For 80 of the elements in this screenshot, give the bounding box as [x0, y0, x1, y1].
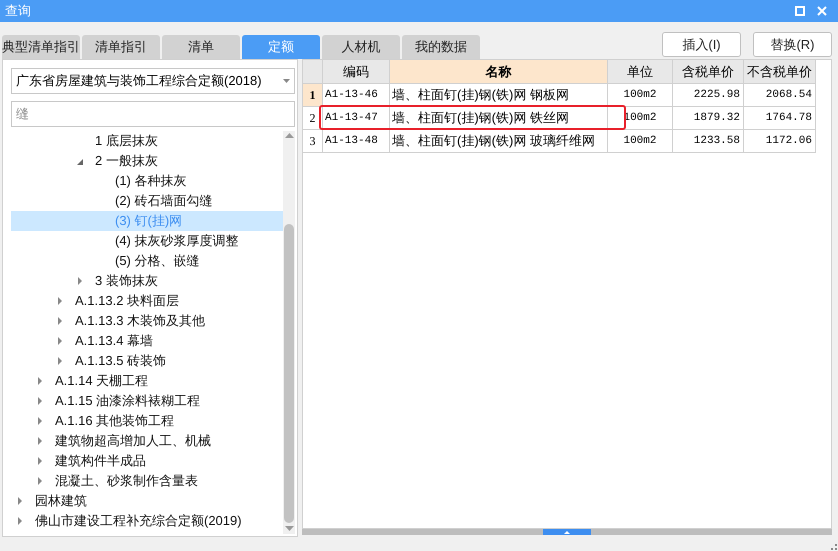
table-cell: 1764.78	[744, 107, 816, 130]
collapsed-arrow-icon[interactable]	[77, 277, 83, 285]
tree-item[interactable]: A.1.16 其他装饰工程	[11, 411, 283, 431]
table-row[interactable]: 3 A1-13-48 墙、柱面钉(挂)钢(铁)网 玻璃纤维网 100m2 1233.58 1172.06	[303, 130, 831, 153]
scroll-thumb[interactable]	[284, 224, 294, 523]
tree-item[interactable]: (1) 各种抹灰	[11, 171, 283, 191]
collapsed-arrow-icon[interactable]	[57, 337, 63, 345]
caret-icon	[283, 79, 290, 83]
table-cell: 2068.54	[744, 84, 816, 107]
table-cell: 100m2	[608, 107, 673, 130]
tree-item[interactable]: 3 装饰抹灰	[11, 271, 283, 291]
search-field[interactable]: 缝	[11, 101, 295, 127]
collapsed-arrow-icon[interactable]	[37, 417, 43, 425]
close-icon[interactable]	[817, 6, 827, 16]
collapsed-arrow-icon[interactable]	[37, 437, 43, 445]
tab[interactable]: 我的数据	[402, 35, 480, 59]
tree-item[interactable]: A.1.15 油漆涂料裱糊工程	[11, 391, 283, 411]
tree-item[interactable]: 建筑构件半成品	[11, 451, 283, 471]
window-title: 查询	[5, 2, 32, 20]
tree-item[interactable]: 混凝土、砂浆制作含量表	[11, 471, 283, 491]
tree-item[interactable]: (5) 分格、嵌缝	[11, 251, 283, 271]
table-cell: 1172.06	[744, 130, 816, 153]
resize-grip-icon[interactable]	[830, 543, 837, 550]
collapsed-arrow-icon[interactable]	[57, 317, 63, 325]
collapsed-arrow-icon[interactable]	[57, 297, 63, 305]
scrollbar[interactable]	[283, 131, 295, 534]
collapsed-arrow-icon[interactable]	[37, 377, 43, 385]
row-number[interactable]: 3	[303, 130, 323, 153]
column-header[interactable]: 单位	[608, 60, 673, 84]
library-dropdown[interactable]: 广东省房屋建筑与装饰工程综合定额(2018)	[11, 68, 295, 94]
tree-item[interactable]: A.1.14 天棚工程	[11, 371, 283, 391]
tree-item[interactable]: A.1.13.3 木装饰及其他	[11, 311, 283, 331]
collapsed-arrow-icon[interactable]	[37, 477, 43, 485]
insert-button[interactable]: 插入(I)	[662, 32, 741, 57]
table-cell: 100m2	[608, 130, 673, 153]
table-cell: 2225.98	[673, 84, 744, 107]
column-header[interactable]: 含税单价	[673, 60, 744, 84]
tree-item[interactable]: 建筑物超高增加人工、机械	[11, 431, 283, 451]
tree-item[interactable]: 2 一般抹灰	[11, 151, 283, 171]
table-cell: 墙、柱面钉(挂)钢(铁)网 钢板网	[390, 84, 608, 107]
table-cell: A1-13-47	[323, 107, 390, 130]
scroll-up-icon[interactable]	[284, 133, 294, 138]
collapsed-arrow-icon[interactable]	[57, 357, 63, 365]
table-cell: 1233.58	[673, 130, 744, 153]
table-row[interactable]: 1 A1-13-46 墙、柱面钉(挂)钢(铁)网 钢板网 100m2 2225.98 2068.54	[303, 84, 831, 107]
collapsed-arrow-icon[interactable]	[17, 497, 23, 505]
tab[interactable]: 清单指引	[82, 35, 160, 59]
collapsed-arrow-icon[interactable]	[17, 517, 23, 525]
table-cell: 100m2	[608, 84, 673, 107]
tree-item[interactable]: A.1.13.4 幕墙	[11, 331, 283, 351]
table-row[interactable]: 2 A1-13-47 墙、柱面钉(挂)钢(铁)网 铁丝网 100m2 1879.32 1764.78	[303, 107, 831, 130]
tree-item[interactable]: 佛山市建设工程补充综合定额(2019)	[11, 511, 283, 531]
tree-item[interactable]: A.1.13.5 砖装饰	[11, 351, 283, 371]
column-header[interactable]: 名称	[390, 60, 608, 84]
scroll-down-icon[interactable]	[284, 526, 294, 531]
replace-button[interactable]: 替换(R)	[753, 32, 832, 57]
splitter-bar[interactable]	[302, 529, 832, 535]
row-number[interactable]: 1	[303, 84, 323, 107]
tree-item[interactable]: (4) 抹灰砂浆厚度调整	[11, 231, 283, 251]
column-header[interactable]: 不含税单价	[744, 60, 816, 84]
tree-item[interactable]: 1 底层抹灰	[11, 131, 283, 151]
column-header[interactable]: 编码	[323, 60, 390, 84]
up-arrow-icon	[564, 530, 570, 534]
row-number[interactable]: 2	[303, 107, 323, 130]
tree-item[interactable]: A.1.13.2 块料面层	[11, 291, 283, 311]
tab[interactable]: 典型清单指引	[2, 35, 80, 59]
collapse-handle[interactable]	[543, 529, 591, 535]
tree-item[interactable]: (2) 砖石墙面勾缝	[11, 191, 283, 211]
table-cell: A1-13-48	[323, 130, 390, 153]
tree-item[interactable]: 园林建筑	[11, 491, 283, 511]
collapsed-arrow-icon[interactable]	[37, 457, 43, 465]
restore-icon[interactable]	[795, 6, 805, 16]
table-cell: 墙、柱面钉(挂)钢(铁)网 玻璃纤维网	[390, 130, 608, 153]
table-cell: 1879.32	[673, 107, 744, 130]
table-cell: 墙、柱面钉(挂)钢(铁)网 铁丝网	[390, 107, 608, 130]
collapsed-arrow-icon[interactable]	[37, 397, 43, 405]
tab[interactable]: 人材机	[322, 35, 400, 59]
table-cell: A1-13-46	[323, 84, 390, 107]
tab[interactable]: 清单	[162, 35, 240, 59]
expanded-arrow-icon[interactable]	[77, 157, 83, 165]
